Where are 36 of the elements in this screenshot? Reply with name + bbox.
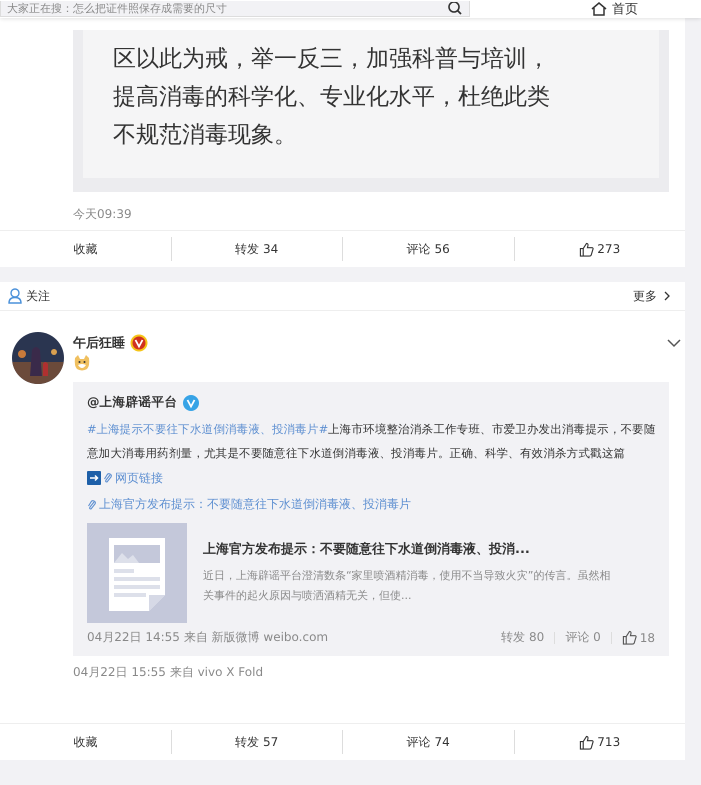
home-icon — [590, 2, 608, 16]
chevron-down-icon[interactable] — [667, 338, 681, 348]
arrow-right-icon — [87, 471, 101, 485]
post-meta: 04月22日 15:55 来自 vivo X Fold — [73, 664, 264, 681]
image-text-line: 提高消毒的科学化、专业化水平，杜绝此类 — [113, 83, 551, 112]
dog-face-icon — [73, 354, 91, 372]
comment-button[interactable]: 评论 56 — [402, 237, 454, 261]
user-icon — [8, 288, 22, 304]
article-summary: 近日，上海辟谣平台澄清数条“家里喷酒精消毒，使用不当导致火灾”的传言。虽然相关事件的起火原因与喷洒酒精无关，但使... — [203, 568, 612, 604]
more-link[interactable]: 更多 — [633, 288, 671, 304]
like-button[interactable]: 273 — [575, 237, 624, 261]
repost-button[interactable]: 转发 34 — [231, 237, 282, 261]
image-text-line: 区以此为戒，举一反三，加强科普与培训， — [113, 45, 551, 74]
repost-meta: 04月22日 14:55 来自 新版微博 weibo.com — [87, 629, 328, 646]
image-text-line: 不规范消毒现象。 — [113, 121, 298, 150]
article-thumbnail-icon — [87, 523, 187, 623]
article-title[interactable]: 上海官方发布提示：不要随意往下水道倒消毒液、投消... — [203, 540, 643, 558]
avatar[interactable] — [12, 332, 64, 384]
fav-button[interactable]: 收藏 — [69, 730, 102, 754]
follow-label: 关注 — [26, 288, 50, 304]
thumbs-up-icon — [579, 242, 594, 256]
home-link[interactable]: 首页 — [590, 0, 638, 18]
like-button[interactable]: 713 — [575, 730, 624, 754]
paperclip-icon — [87, 498, 97, 511]
paperclip-icon — [103, 472, 113, 484]
post-time: 今天09:39 — [73, 206, 133, 223]
thumbs-up-icon — [622, 630, 637, 645]
repost-text: #上海提示不要往下水道倒消毒液、投消毒片#上海市环境整治消杀工作专班、市爱卫办发出消毒提示，不要随意加大消毒用药剂量，尤其是不要随意往下水道倒消毒液、投消毒片。正确、科学、有效消杀方式戳这篇 — [87, 421, 657, 462]
repost-button[interactable]: 转发 57 — [231, 730, 282, 754]
user-name[interactable]: 午后狂睡 — [73, 334, 125, 352]
fav-button[interactable]: 收藏 — [69, 237, 102, 261]
chevron-right-icon — [663, 291, 671, 301]
repost-author[interactable]: @上海辟谣平台 — [87, 394, 178, 411]
comment-button[interactable]: 评论 74 — [402, 730, 454, 754]
search-icon — [447, 2, 463, 16]
thumbs-up-icon — [579, 734, 594, 750]
